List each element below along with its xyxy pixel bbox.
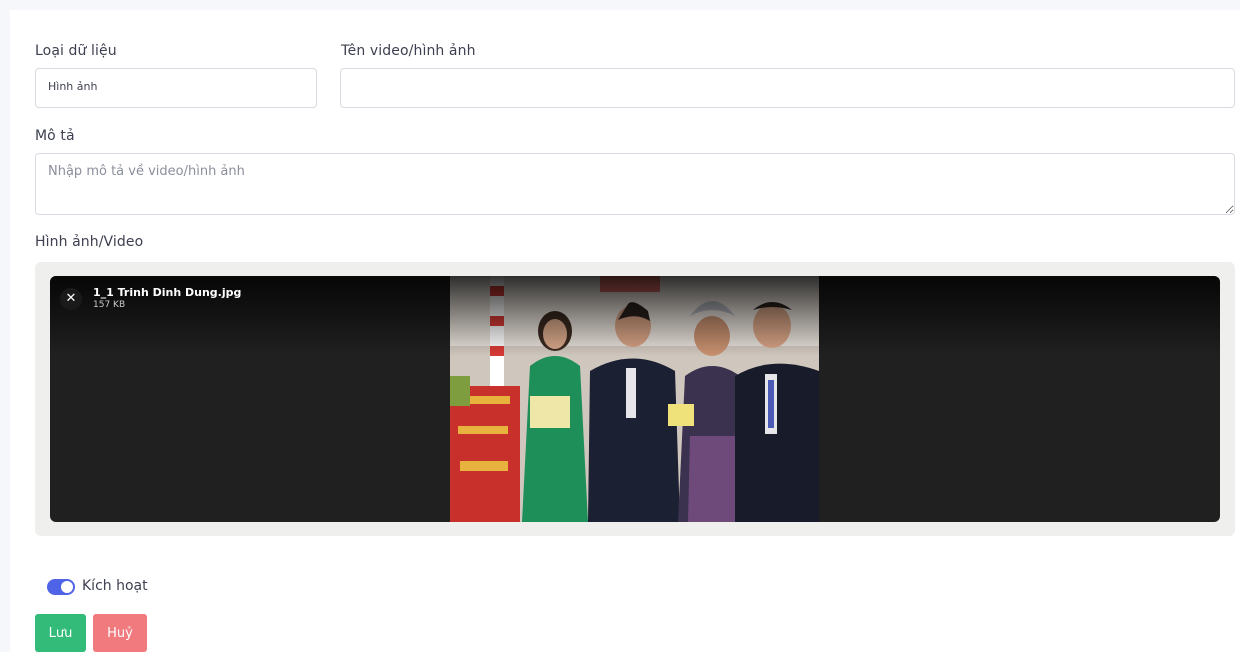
data-type-label: Loại dữ liệu bbox=[35, 43, 117, 59]
toggle-knob bbox=[61, 581, 73, 593]
data-type-select[interactable]: Hình ảnh bbox=[35, 68, 317, 108]
remove-file-button[interactable]: ✕ bbox=[60, 288, 82, 310]
active-toggle[interactable] bbox=[47, 579, 75, 595]
save-button[interactable]: Lưu bbox=[35, 614, 86, 652]
file-size: 157 KB bbox=[93, 300, 126, 310]
description-label: Mô tả bbox=[35, 128, 75, 144]
name-label: Tên video/hình ảnh bbox=[341, 43, 476, 59]
media-upload-dropzone[interactable]: ✕ 1_1 Trinh Dinh Dung.jpg 157 KB bbox=[35, 262, 1235, 536]
file-preview: ✕ 1_1 Trinh Dinh Dung.jpg 157 KB bbox=[50, 276, 1220, 522]
name-input[interactable] bbox=[340, 68, 1235, 108]
close-icon: ✕ bbox=[65, 291, 77, 306]
file-name: 1_1 Trinh Dinh Dung.jpg bbox=[93, 286, 242, 299]
media-label: Hình ảnh/Video bbox=[35, 234, 144, 250]
active-toggle-label: Kích hoạt bbox=[82, 578, 148, 594]
cancel-button[interactable]: Huỷ bbox=[93, 614, 147, 652]
description-textarea[interactable] bbox=[35, 153, 1235, 215]
